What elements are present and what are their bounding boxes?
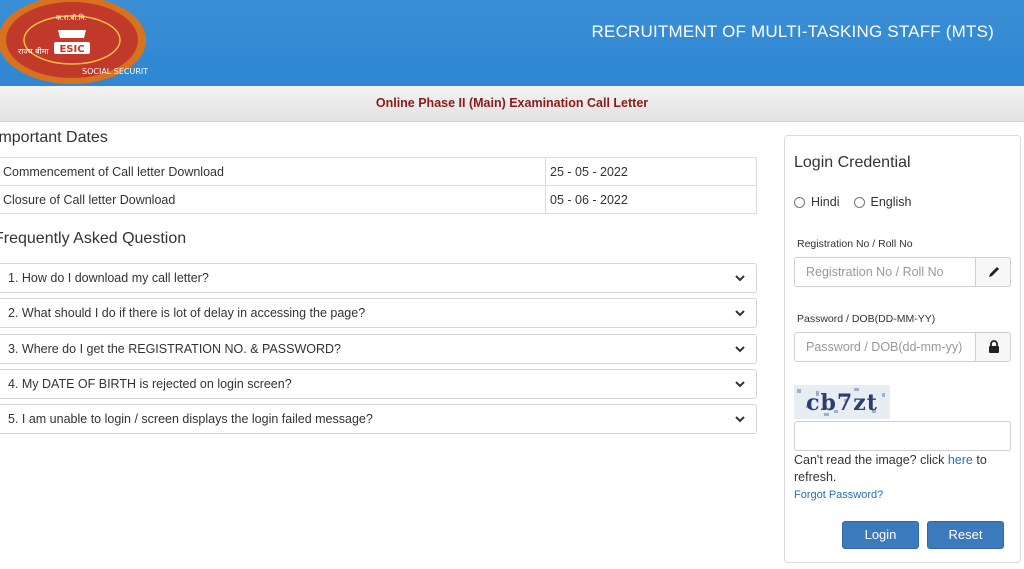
login-panel: Login Credential Hindi English Registrat…: [784, 135, 1021, 563]
login-button[interactable]: Login: [842, 521, 919, 549]
logo-ring-right-text: SOCIAL SECURITY: [82, 67, 148, 76]
faq-item-5[interactable]: 5. I am unable to login / screen display…: [0, 404, 757, 434]
captcha-input[interactable]: [794, 421, 1011, 451]
pencil-icon: [989, 267, 999, 277]
logo-center-text: ESIC: [59, 44, 84, 55]
chevron-down-icon: [735, 275, 745, 282]
password-input[interactable]: Password / DOB(dd-mm-yy): [794, 332, 976, 362]
esic-logo: राज्य बीमा SOCIAL SECURITY क.रा.बी.नि. E…: [0, 0, 148, 84]
table-row: Commencement of Call letter Download 25 …: [0, 157, 757, 186]
english-label[interactable]: English: [871, 195, 912, 209]
important-dates-table: Commencement of Call letter Download 25 …: [0, 157, 757, 214]
faq-question: 5. I am unable to login / screen display…: [8, 412, 373, 426]
table-row: Closure of Call letter Download 05 - 06 …: [0, 185, 757, 214]
faq-item-3[interactable]: 3. Where do I get the REGISTRATION NO. &…: [0, 334, 757, 364]
password-addon: [975, 332, 1011, 362]
faq-heading: Frequently Asked Question: [0, 230, 187, 247]
logo-ring-left-text: राज्य बीमा: [18, 46, 50, 56]
registration-label: Registration No / Roll No: [797, 238, 913, 250]
important-dates-heading: Important Dates: [0, 129, 108, 146]
hindi-label[interactable]: Hindi: [811, 195, 840, 209]
captcha-text: cb7zt: [806, 390, 878, 416]
faq-question: 3. Where do I get the REGISTRATION NO. &…: [8, 342, 341, 356]
forgot-password-link[interactable]: Forgot Password?: [794, 489, 883, 501]
password-label: Password / DOB(DD-MM-YY): [797, 313, 936, 325]
refresh-captcha-link[interactable]: here: [948, 453, 973, 467]
logo-top-text: क.रा.बी.नि.: [56, 13, 86, 22]
page-title: RECRUITMENT OF MULTI-TASKING STAFF (MTS): [591, 22, 994, 41]
chevron-down-icon: [735, 381, 745, 388]
chevron-down-icon: [735, 310, 745, 317]
hindi-radio[interactable]: [794, 196, 805, 208]
date-value: 05 - 06 - 2022: [545, 185, 757, 214]
date-value: 25 - 05 - 2022: [545, 157, 757, 186]
faq-item-4[interactable]: 4. My DATE OF BIRTH is rejected on login…: [0, 369, 757, 399]
date-label: Closure of Call letter Download: [0, 185, 546, 214]
lock-icon: [989, 340, 999, 353]
reset-button[interactable]: Reset: [927, 521, 1004, 549]
faq-item-1[interactable]: 1. How do I download my call letter?: [0, 263, 757, 293]
chevron-down-icon: [735, 346, 745, 353]
registration-input[interactable]: Registration No / Roll No: [794, 257, 976, 287]
captcha-help-prefix: Can't read the image? click: [794, 453, 948, 467]
captcha-image: cb7zt: [794, 385, 890, 419]
captcha-help: Can't read the image? click here to refr…: [794, 452, 1014, 486]
header-bar: राज्य बीमा SOCIAL SECURITY क.रा.बी.नि. E…: [0, 0, 1024, 86]
login-title: Login Credential: [794, 154, 911, 171]
registration-addon: [975, 257, 1011, 287]
faq-question: 1. How do I download my call letter?: [8, 271, 209, 285]
faq-item-2[interactable]: 2. What should I do if there is lot of d…: [0, 298, 757, 328]
language-selector: Hindi English: [794, 195, 926, 209]
subheader-title: Online Phase II (Main) Examination Call …: [0, 86, 1024, 122]
english-radio[interactable]: [853, 196, 865, 208]
date-label: Commencement of Call letter Download: [0, 157, 546, 186]
faq-question: 2. What should I do if there is lot of d…: [8, 306, 366, 320]
chevron-down-icon: [735, 416, 745, 423]
faq-question: 4. My DATE OF BIRTH is rejected on login…: [8, 377, 292, 391]
